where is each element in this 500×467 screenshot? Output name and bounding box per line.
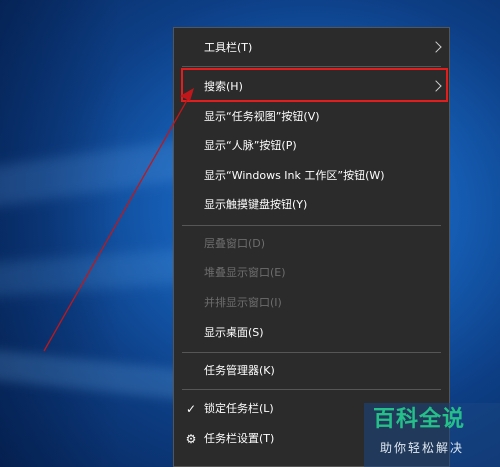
menu-item-show-touch-keyboard-button[interactable]: 显示触摸键盘按钮(Y) <box>174 191 449 219</box>
menu-item-label: 显示桌面(S) <box>204 326 264 339</box>
watermark-title: 百科全说 <box>373 407 466 432</box>
wallpaper-shade <box>0 0 120 467</box>
menu-item-label: 堆叠显示窗口(E) <box>204 266 286 279</box>
menu-item-label: 显示“Windows Ink 工作区”按钮(W) <box>204 169 385 182</box>
menu-item-task-manager[interactable]: 任务管理器(K) <box>174 357 449 385</box>
menu-item-show-windows-ink-button[interactable]: 显示“Windows Ink 工作区”按钮(W) <box>174 162 449 190</box>
menu-item-label: 任务管理器(K) <box>204 364 275 377</box>
menu-item-show-task-view-button[interactable]: 显示“任务视图”按钮(V) <box>174 103 449 131</box>
gear-icon: ⚙ <box>185 432 197 446</box>
menu-item-show-desktop[interactable]: 显示桌面(S) <box>174 319 449 347</box>
highlight-box <box>181 68 448 102</box>
menu-item-label: 层叠窗口(D) <box>204 237 266 250</box>
menu-item-label: 显示“任务视图”按钮(V) <box>204 110 320 123</box>
menu-item-show-people-button[interactable]: 显示“人脉”按钮(P) <box>174 132 449 160</box>
menu-item-toolbars[interactable]: 工具栏(T) <box>174 34 449 62</box>
menu-item-label: 锁定任务栏(L) <box>204 402 274 415</box>
menu-separator <box>182 352 441 353</box>
chevron-right-icon <box>430 41 442 53</box>
arrow-line <box>43 94 191 352</box>
menu-item-label: 显示触摸键盘按钮(Y) <box>204 198 308 211</box>
menu-item-label: 任务栏设置(T) <box>204 432 275 445</box>
menu-item-stack-windows: 堆叠显示窗口(E) <box>174 259 449 287</box>
menu-separator <box>182 66 441 67</box>
watermark-subtitle: 助你轻松解决 <box>380 441 465 455</box>
menu-item-label: 显示“人脉”按钮(P) <box>204 139 297 152</box>
menu-item-cascade-windows: 层叠窗口(D) <box>174 230 449 258</box>
wallpaper-light-beam <box>0 348 201 402</box>
menu-item-side-by-side-windows: 并排显示窗口(I) <box>174 289 449 317</box>
menu-separator <box>182 389 441 390</box>
menu-item-label: 并排显示窗口(I) <box>204 296 282 309</box>
checkmark-icon: ✓ <box>185 402 197 416</box>
menu-item-label: 工具栏(T) <box>204 41 253 54</box>
menu-separator <box>182 225 441 226</box>
